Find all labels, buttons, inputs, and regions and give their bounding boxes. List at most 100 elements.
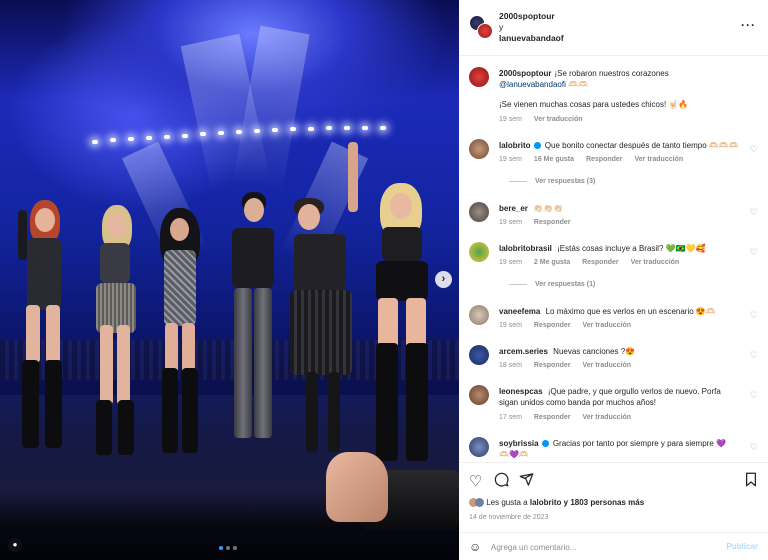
reply-button[interactable]: Responder (534, 219, 571, 226)
caption-username[interactable]: 2000spoptour (499, 69, 551, 78)
more-horizontal-icon[interactable]: ··· (741, 18, 756, 32)
comment-username[interactable]: lalobritobrasil (499, 244, 552, 253)
comment-body: bere_er 👏🏻👏🏻👏🏻 (499, 203, 749, 214)
comment-input[interactable] (491, 539, 711, 555)
comment-composer: ☺ Publicar (459, 532, 768, 560)
translate-button[interactable]: Ver traducción (634, 156, 683, 163)
comment: leonespcas ¡Que padre, y que orgullo ver… (469, 385, 764, 427)
caption-translate[interactable]: Ver traducción (534, 116, 583, 123)
avatar[interactable] (469, 202, 489, 222)
comment: vaneefema Lo máximo que es verlos en un … (469, 305, 764, 335)
performer (84, 205, 144, 455)
reply-button[interactable]: Responder (534, 414, 571, 421)
post-photo[interactable]: › ● (0, 0, 459, 560)
chevron-right-icon[interactable]: › (435, 271, 452, 288)
smiley-icon[interactable]: ☺ (469, 540, 481, 554)
comment-time[interactable]: 19 sem (499, 322, 522, 329)
comment-username[interactable]: lalobrito (499, 141, 531, 150)
translate-button[interactable]: Ver traducción (631, 259, 680, 266)
comment-icon[interactable] (494, 472, 509, 491)
comment-meta: 19 sem 2 Me gusta Responder Ver traducci… (499, 259, 689, 266)
avatar[interactable] (469, 67, 489, 87)
comment-meta: 19 sem 16 Me gusta Responder Ver traducc… (499, 156, 693, 163)
verified-badge-icon (533, 141, 541, 149)
comment-meta: 17 sem Responder Ver traducción (499, 414, 641, 421)
verified-badge-icon (541, 439, 549, 447)
reply-button[interactable]: Responder (582, 259, 619, 266)
avatar[interactable] (477, 23, 493, 39)
heart-icon[interactable]: ♡ (750, 310, 758, 321)
comment-username[interactable]: leonespcas (499, 387, 543, 396)
comment-meta: 19 sem Responder (499, 219, 580, 226)
comment: soybrissia Gracias por tanto por siempre… (469, 437, 764, 462)
translate-button[interactable]: Ver traducción (582, 362, 631, 369)
avatar[interactable] (469, 242, 489, 262)
send-icon[interactable] (519, 472, 534, 491)
user-tag-icon[interactable]: ● (8, 538, 22, 552)
avatar[interactable] (469, 139, 489, 159)
view-replies-button[interactable]: Ver respuestas (3) (509, 178, 595, 185)
header-usernames: 2000spoptour y lanuevabandaof (499, 11, 564, 44)
caption-mention[interactable]: @lanuevabandaofi (499, 80, 566, 89)
heart-icon[interactable]: ♡ (750, 442, 758, 453)
reply-button[interactable]: Responder (534, 322, 571, 329)
heart-icon[interactable]: ♡ (750, 350, 758, 361)
comment-text: Gracias por tanto por siempre y para sie… (552, 439, 726, 448)
likes-suffix[interactable]: y 1803 personas más (564, 498, 645, 507)
header-username-1[interactable]: 2000spoptour (499, 11, 564, 22)
comment: arcem.series Nuevas canciones ?😍 18 sem … (469, 345, 764, 375)
view-replies-button[interactable]: Ver respuestas (1) (509, 281, 595, 288)
caption-text: ¡Se robaron nuestros corazones (554, 69, 669, 78)
heart-icon[interactable]: ♡ (750, 207, 758, 218)
comment-time[interactable]: 19 sem (499, 259, 522, 266)
comment-text: Nuevas canciones ?😍 (553, 347, 636, 356)
bookmark-icon[interactable] (744, 472, 758, 491)
avatar (475, 498, 484, 507)
avatar[interactable] (469, 305, 489, 325)
comment-time[interactable]: 19 sem (499, 219, 522, 226)
performer (12, 200, 74, 450)
performer (366, 183, 442, 463)
heart-icon[interactable]: ♡ (469, 472, 482, 490)
comment-text: ¡Estás cosas incluye a Brasil? 💚🇧🇷💛🥰 (557, 244, 706, 253)
comment-username[interactable]: soybrissia (499, 439, 539, 448)
translate-button[interactable]: Ver traducción (582, 322, 631, 329)
comment-time[interactable]: 18 sem (499, 362, 522, 369)
comment-time[interactable]: 17 sem (499, 414, 522, 421)
heart-icon[interactable]: ♡ (750, 247, 758, 258)
avatar[interactable] (469, 385, 489, 405)
comment-body: arcem.series Nuevas canciones ?😍 (499, 346, 749, 357)
publish-button[interactable]: Publicar (726, 542, 758, 551)
comment-meta: 18 sem Responder Ver traducción (499, 362, 641, 369)
avatar[interactable] (469, 437, 489, 457)
collab-avatars[interactable] (469, 15, 493, 39)
comment-username[interactable]: arcem.series (499, 347, 548, 356)
header-username-2[interactable]: lanuevabandaof (499, 33, 564, 44)
comment-time[interactable]: 19 sem (499, 156, 522, 163)
likes-user[interactable]: lalobrito (530, 498, 562, 507)
post-date[interactable]: 14 de noviembre de 2023 (469, 514, 548, 521)
comment-body: lalobritobrasil ¡Estás cosas incluye a B… (499, 243, 749, 254)
comment-likes[interactable]: 16 Me gusta (534, 156, 574, 163)
translate-button[interactable]: Ver traducción (582, 414, 631, 421)
comments-list[interactable]: 2000spoptour ¡Se robaron nuestros corazon… (459, 57, 768, 462)
comment-username[interactable]: vaneefema (499, 307, 540, 316)
comment-text: Lo máximo que es verlos en un escenario … (545, 307, 716, 316)
performer (222, 192, 282, 452)
caption-meta: 19 sem Ver traducción (499, 116, 593, 123)
heart-icon[interactable]: ♡ (750, 144, 758, 155)
comment-likes[interactable]: 2 Me gusta (534, 259, 570, 266)
comment-body: lalobrito Que bonito conectar después de… (499, 140, 749, 151)
comment-body: vaneefema Lo máximo que es verlos en un … (499, 306, 749, 317)
heart-icon[interactable]: ♡ (750, 390, 758, 401)
reply-button[interactable]: Responder (534, 362, 571, 369)
comment-username[interactable]: bere_er (499, 204, 528, 213)
comment: bere_er 👏🏻👏🏻👏🏻 19 sem Responder ♡ (469, 202, 764, 232)
comment-meta: 19 sem Responder Ver traducción (499, 322, 641, 329)
reply-button[interactable]: Responder (586, 156, 623, 163)
caption-time[interactable]: 19 sem (499, 116, 522, 123)
comment-body: soybrissia Gracias por tanto por siempre… (499, 438, 749, 460)
caption-body: 2000spoptour ¡Se robaron nuestros corazon… (499, 68, 749, 110)
likes-summary[interactable]: Les gusta a lalobrito y 1803 personas má… (469, 498, 644, 507)
avatar[interactable] (469, 345, 489, 365)
